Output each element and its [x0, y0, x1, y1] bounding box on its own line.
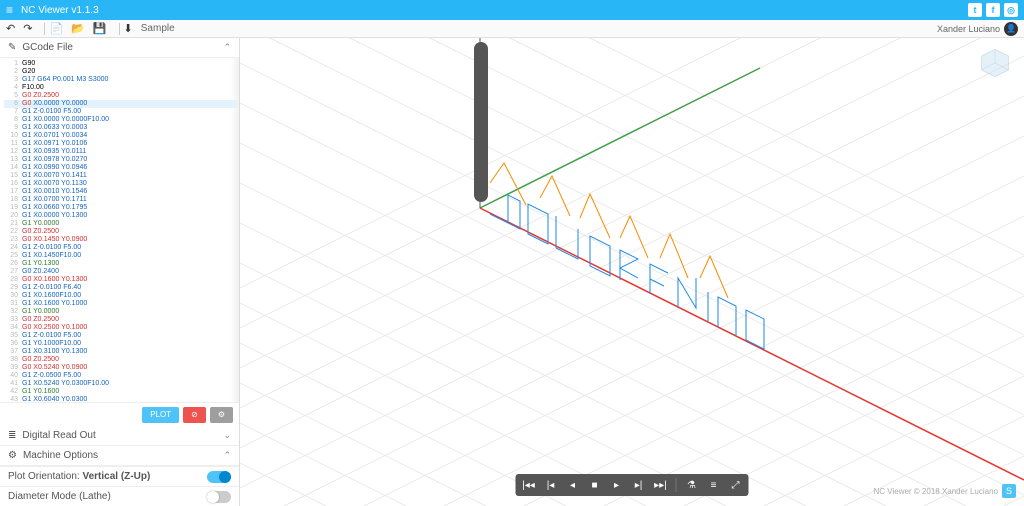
jump-start-button[interactable]: |◂◂	[520, 476, 538, 494]
option-plot-orientation[interactable]: Plot Orientation: Vertical (Z-Up)	[0, 466, 239, 486]
instagram-icon[interactable]: ◎	[1004, 3, 1018, 17]
settings-button[interactable]: ⚙	[210, 407, 233, 423]
panel-header-machine[interactable]: ⚙ Machine Options ⌃	[0, 446, 239, 466]
step-back-button[interactable]: |◂	[542, 476, 560, 494]
gear-icon: ⚙	[8, 450, 17, 461]
chevron-up-icon: ⌃	[223, 42, 231, 53]
app-header: ≡ NC Viewer v1.1.3 t f ◎	[0, 0, 1024, 20]
gcode-editor[interactable]: 1G902G203G17 G64 P0.001 M3 S30004F10.005…	[0, 58, 239, 402]
panel-title-machine: Machine Options	[23, 450, 98, 461]
panel-title-dro: Digital Read Out	[22, 430, 95, 441]
stop-button[interactable]: ■	[586, 476, 604, 494]
stripe-badge-icon[interactable]: S	[1002, 484, 1016, 498]
toggle-orientation[interactable]	[207, 471, 231, 483]
open-folder-icon[interactable]: 📂	[71, 22, 85, 35]
app-title: NC Viewer v1.1.3	[21, 5, 99, 16]
3d-viewport[interactable]: |◂◂ |◂ ◂ ■ ▸ ▸| ▸▸| ⚗ ≡ ⤢ NC Viewer © 20…	[240, 38, 1024, 506]
expand-button[interactable]: ⤢	[727, 476, 745, 494]
twitter-icon[interactable]: t	[968, 3, 982, 17]
sidebar: ✎ GCode File ⌃ 1G902G203G17 G64 P0.001 M…	[0, 38, 240, 506]
user-avatar[interactable]: 👤	[1004, 22, 1018, 36]
file-toolbar: ↶ ↷ 📄 📂 💾 ⬇ Sample Xander Luciano 👤	[0, 20, 1024, 38]
step-fwd-button[interactable]: ▸|	[630, 476, 648, 494]
hamburger-icon[interactable]: ≡	[6, 3, 13, 17]
jump-end-button[interactable]: ▸▸|	[652, 476, 670, 494]
redo-icon[interactable]: ↷	[23, 22, 32, 35]
y-axis	[480, 68, 760, 208]
play-button[interactable]: ▸	[608, 476, 626, 494]
playback-controls: |◂◂ |◂ ◂ ■ ▸ ▸| ▸▸| ⚗ ≡ ⤢	[516, 474, 749, 496]
download-icon[interactable]: ⬇	[124, 22, 133, 35]
edit-icon: ✎	[8, 42, 16, 53]
user-name[interactable]: Xander Luciano	[937, 24, 1000, 34]
panel-header-gcode[interactable]: ✎ GCode File ⌃	[0, 38, 239, 58]
filename-label: Sample	[141, 23, 175, 34]
option-diameter-mode[interactable]: Diameter Mode (Lathe)	[0, 486, 239, 506]
tool-cylinder	[474, 42, 488, 202]
tool-view-button[interactable]: ⚗	[683, 476, 701, 494]
chevron-down-icon: ⌄	[223, 430, 231, 441]
new-file-icon[interactable]: 📄	[49, 22, 63, 35]
chevron-up-icon: ⌃	[223, 450, 231, 461]
toggle-diameter[interactable]	[207, 491, 231, 503]
play-back-button[interactable]: ◂	[564, 476, 582, 494]
save-icon[interactable]: 💾	[93, 22, 107, 35]
toggle-lines-button[interactable]: ≡	[705, 476, 723, 494]
undo-icon[interactable]: ↶	[6, 22, 15, 35]
footer-copyright: NC Viewer © 2018 Xander Luciano S	[874, 484, 1017, 498]
list-icon: ≣	[8, 430, 16, 441]
cancel-button[interactable]: ⊘	[183, 407, 206, 423]
facebook-icon[interactable]: f	[986, 3, 1000, 17]
panel-title-gcode: GCode File	[22, 42, 73, 53]
panel-header-dro[interactable]: ≣ Digital Read Out ⌄	[0, 426, 239, 446]
nav-cube[interactable]	[978, 46, 1012, 80]
plot-button[interactable]: PLOT	[142, 407, 179, 423]
